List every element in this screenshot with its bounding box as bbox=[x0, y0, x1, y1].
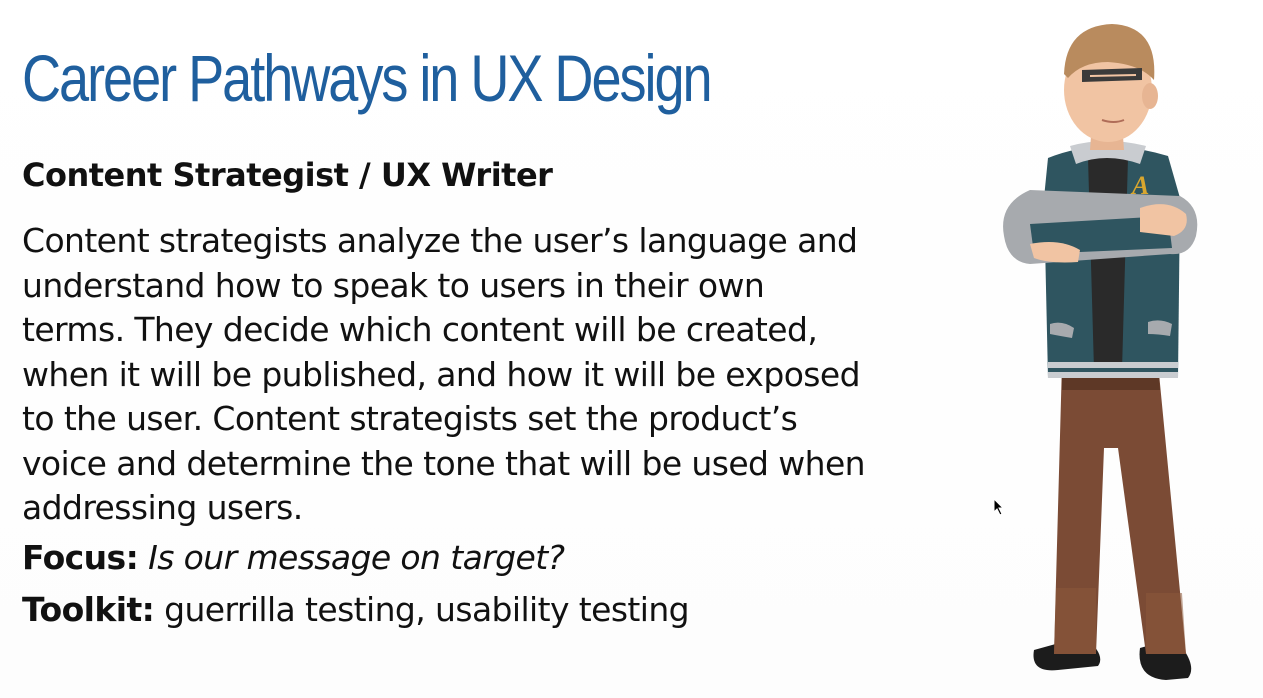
body-line: addressing users. bbox=[22, 488, 303, 527]
toolkit-label: Toolkit: bbox=[22, 590, 155, 629]
body-line: to the user. Content strategists set the… bbox=[22, 399, 798, 438]
slide-subtitle: Content Strategist / UX Writer bbox=[22, 156, 553, 194]
slide-title: Career Pathways in UX Design bbox=[22, 41, 713, 115]
focus-line: Focus: Is our message on target? bbox=[22, 538, 565, 577]
mouse-cursor-icon bbox=[993, 498, 1005, 516]
body-line: voice and determine the tone that will b… bbox=[22, 443, 866, 483]
toolkit-line: Toolkit: guerrilla testing, usability te… bbox=[22, 590, 690, 629]
slide: Career Pathways in UX Design Content Str… bbox=[0, 0, 1263, 698]
body-line: terms. They decide which content will be… bbox=[22, 310, 818, 349]
toolkit-text: guerrilla testing, usability testing bbox=[164, 590, 689, 629]
focus-label: Focus: bbox=[22, 538, 139, 577]
body-line: understand how to speak to users in thei… bbox=[22, 265, 765, 305]
body-line: Content strategists analyze the user’s l… bbox=[22, 221, 858, 260]
body-line: when it will be published, and how it wi… bbox=[22, 354, 861, 394]
focus-text: Is our message on target? bbox=[148, 538, 565, 577]
presenter-character-illustration: A bbox=[1003, 24, 1198, 680]
body-paragraph: Content strategists analyze the user’s l… bbox=[22, 219, 952, 531]
